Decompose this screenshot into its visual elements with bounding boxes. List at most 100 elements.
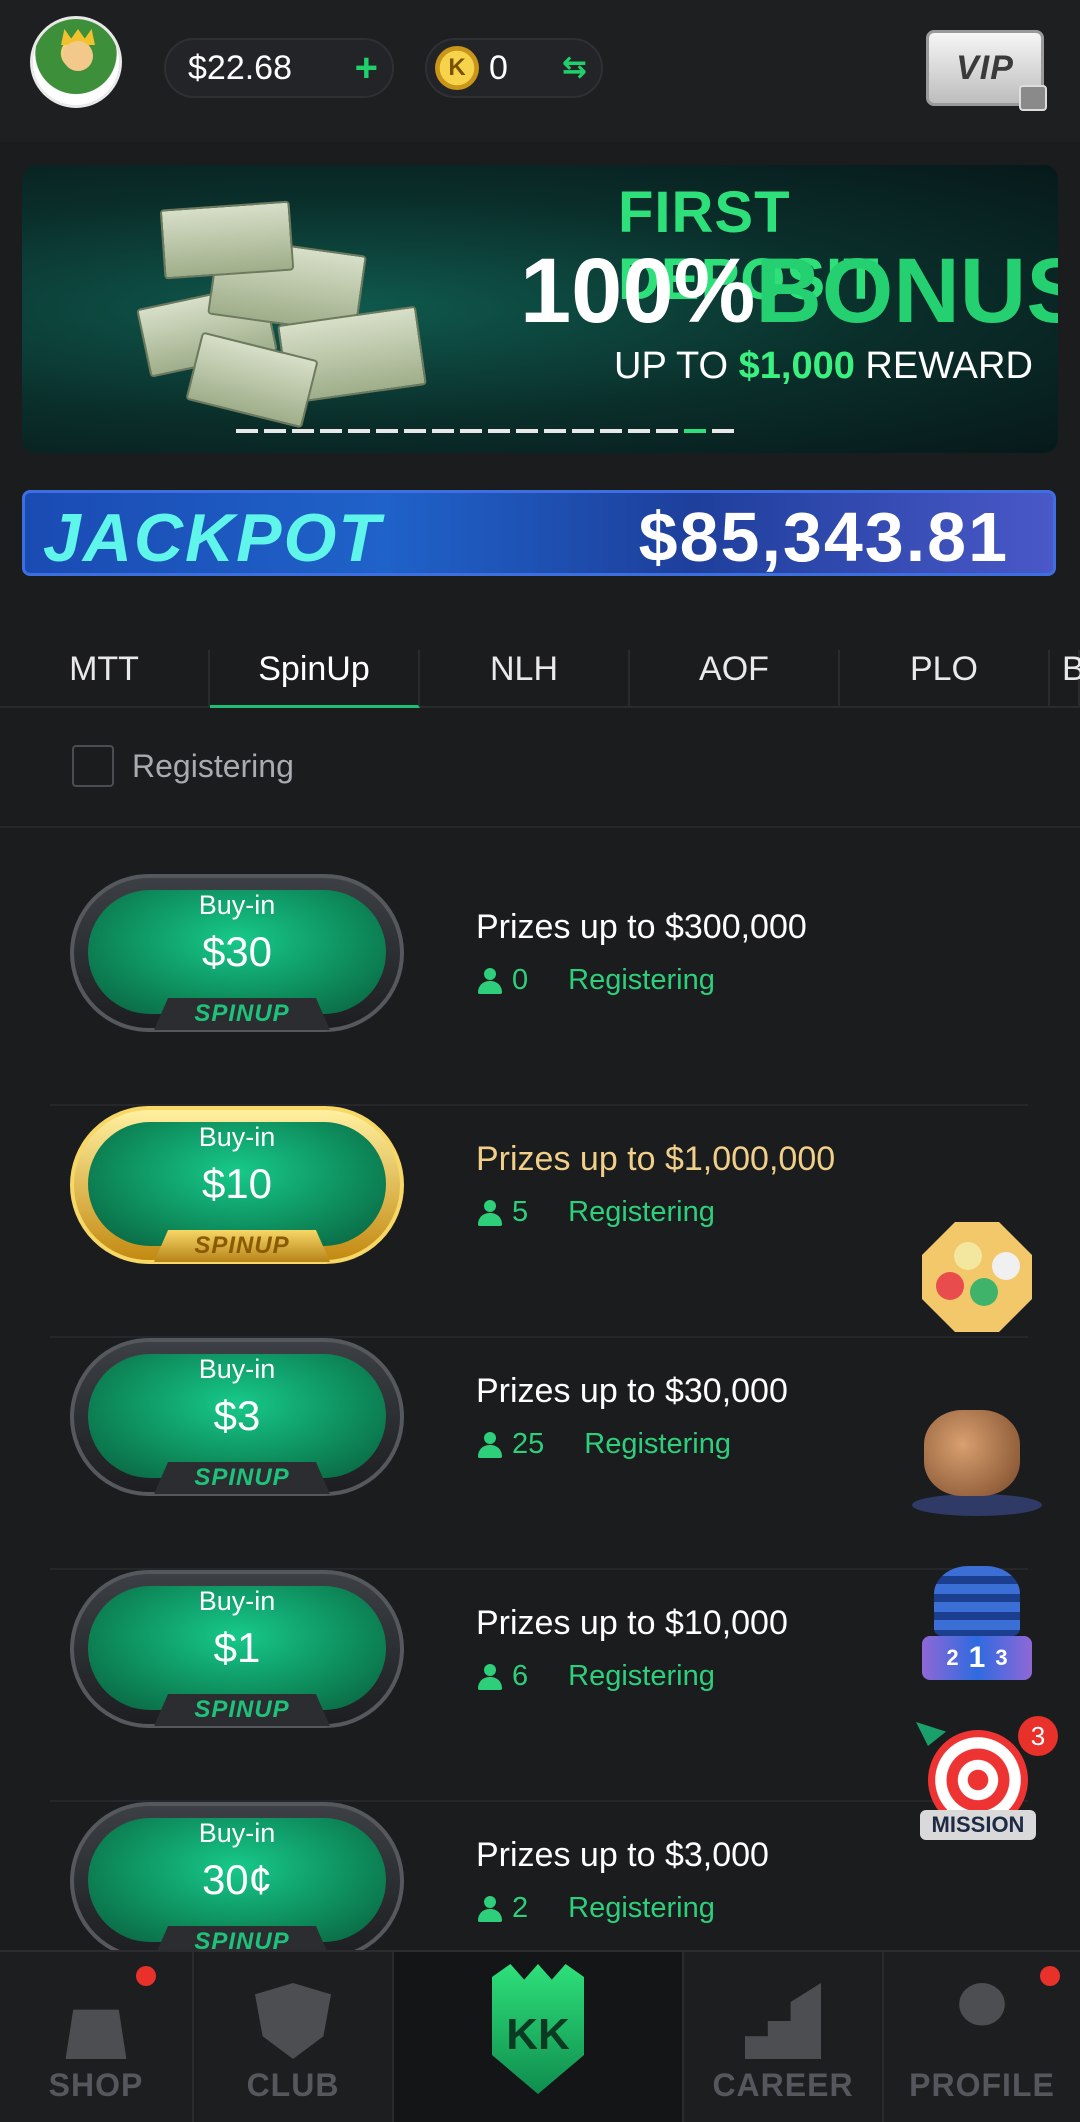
nav-home[interactable]: KK <box>392 1952 682 2122</box>
carousel-dot <box>684 429 706 433</box>
king-face-icon <box>63 41 93 71</box>
vip-label: VIP <box>956 48 1014 87</box>
nav-career[interactable]: CAREER <box>682 1952 882 2122</box>
nav-club[interactable]: CLUB <box>192 1952 392 2122</box>
promo-banner[interactable]: FIRST DEPOSIT 100%BONUS UP TO $1,000 REW… <box>22 165 1058 453</box>
prize-text: Prizes up to $10,000 <box>476 1604 788 1642</box>
tab-more[interactable]: B <box>1050 650 1080 708</box>
registering-filter[interactable]: Registering <box>72 745 294 787</box>
notification-dot <box>1040 1966 1060 1986</box>
person-icon <box>478 967 502 994</box>
nav-shop[interactable]: SHOP <box>0 1952 192 2122</box>
balance-pill[interactable]: $22.68 + <box>164 38 394 98</box>
nav-shop-label: SHOP <box>48 2067 144 2103</box>
carousel-dot <box>516 429 538 433</box>
game-meta: 6 Registering <box>478 1660 715 1693</box>
lottery-balls-icon[interactable] <box>912 1212 1042 1342</box>
balance-value: $22.68 <box>188 48 292 87</box>
top-bar: $22.68 + K 0 ⇆ VIP <box>0 0 1080 142</box>
player-count: 2 <box>512 1892 529 1924</box>
player-count: 6 <box>512 1660 529 1692</box>
ranking-icon[interactable]: 2 1 3 <box>912 1560 1042 1690</box>
carousel-dot <box>376 429 398 433</box>
status-text: Registering <box>584 1428 731 1460</box>
buyin-amount: $30 <box>201 928 273 975</box>
game-tabs: MTT SpinUp NLH AOF PLO B <box>0 650 1080 708</box>
carousel-dot <box>432 429 454 433</box>
carousel-dot <box>236 429 258 433</box>
person-icon <box>478 1431 502 1458</box>
person-icon <box>478 1199 502 1226</box>
tab-plo[interactable]: PLO <box>840 650 1050 708</box>
vip-button[interactable]: VIP <box>926 30 1047 111</box>
swap-icon[interactable]: ⇆ <box>562 50 587 85</box>
nav-career-label: CAREER <box>712 2067 854 2103</box>
carousel-dot <box>656 429 678 433</box>
nav-profile[interactable]: PROFILE <box>882 1952 1080 2122</box>
prize-text: Prizes up to $300,000 <box>476 908 807 946</box>
buyin-amount: 30¢ <box>201 1856 273 1903</box>
spinup-tag: SPINUP <box>154 1230 330 1262</box>
prize-text: Prizes up to $3,000 <box>476 1836 769 1874</box>
status-text: Registering <box>568 1196 715 1228</box>
jackpot-value: $85,343.81 <box>638 498 1009 576</box>
carousel-dot <box>460 429 482 433</box>
carousel-dot <box>544 429 566 433</box>
notification-dot <box>136 1966 156 1986</box>
coins-pill[interactable]: K 0 ⇆ <box>425 38 603 98</box>
carousel-dot <box>292 429 314 433</box>
buyin-table-button[interactable]: Buy-in 30¢ SPINUP <box>70 1802 404 1960</box>
person-icon <box>478 1663 502 1690</box>
status-text: Registering <box>568 964 715 996</box>
avatar[interactable] <box>30 16 122 108</box>
money-stack-image <box>122 185 442 429</box>
game-meta: 2 Registering <box>478 1892 715 1925</box>
player-count: 5 <box>512 1196 529 1228</box>
buyin-label: Buy-in <box>198 1354 276 1384</box>
mission-button[interactable]: MISSION 3 <box>912 1716 1058 1852</box>
buyin-amount: $1 <box>213 1624 261 1671</box>
carousel-dot <box>628 429 650 433</box>
registering-filter-label: Registering <box>132 747 294 784</box>
mission-badge: 3 <box>1018 1716 1058 1756</box>
tab-mtt[interactable]: MTT <box>0 650 210 708</box>
player-count: 0 <box>512 964 529 996</box>
player-count: 25 <box>512 1428 545 1460</box>
status-text: Registering <box>568 1660 715 1692</box>
carousel-indicator <box>236 429 734 433</box>
buyin-table-button[interactable]: Buy-in $1 SPINUP <box>70 1570 404 1728</box>
game-row[interactable]: Buy-in $30 SPINUP Prizes up to $300,000 … <box>50 874 1028 1106</box>
tab-aof[interactable]: AOF <box>630 650 840 708</box>
buyin-table-button[interactable]: Buy-in $3 SPINUP <box>70 1338 404 1496</box>
profile-person-icon <box>959 1983 1005 2026</box>
tab-nlh[interactable]: NLH <box>420 650 630 708</box>
prize-text: Prizes up to $30,000 <box>476 1372 788 1410</box>
buyin-table-button[interactable]: Buy-in $10 SPINUP <box>70 1106 404 1264</box>
game-row[interactable]: Buy-in $3 SPINUP Prizes up to $30,000 25… <box>50 1338 1028 1570</box>
spinup-tag: SPINUP <box>154 1694 330 1726</box>
coin-icon: K <box>435 46 479 90</box>
jackpot-bar[interactable]: JACKPOT $85,343.81 <box>22 490 1056 576</box>
buyin-label: Buy-in <box>198 1818 276 1848</box>
jackpot-label: JACKPOT <box>43 500 382 576</box>
carousel-dot <box>264 429 286 433</box>
nav-club-label: CLUB <box>246 2067 340 2103</box>
tab-spinup[interactable]: SpinUp <box>210 650 420 708</box>
mining-rock-icon[interactable] <box>912 1390 1042 1520</box>
plus-icon[interactable]: + <box>355 46 378 91</box>
shop-bag-icon <box>65 2009 127 2059</box>
kk-logo-icon: KK <box>492 1964 584 2094</box>
carousel-dot <box>488 429 510 433</box>
registering-checkbox[interactable] <box>72 745 114 787</box>
buyin-table-button[interactable]: Buy-in $30 SPINUP <box>70 874 404 1032</box>
nav-profile-label: PROFILE <box>909 2067 1055 2103</box>
carousel-dot <box>572 429 594 433</box>
game-row[interactable]: Buy-in $10 SPINUP Prizes up to $1,000,00… <box>50 1106 1028 1338</box>
lock-icon <box>1019 85 1047 111</box>
carousel-dot <box>712 429 734 433</box>
rank-left: 2 <box>946 1645 959 1670</box>
dart-icon <box>916 1722 946 1746</box>
banner-line2: 100%BONUS <box>520 240 1058 342</box>
spinup-tag: SPINUP <box>154 1462 330 1494</box>
game-row[interactable]: Buy-in $1 SPINUP Prizes up to $10,000 6 … <box>50 1570 1028 1802</box>
